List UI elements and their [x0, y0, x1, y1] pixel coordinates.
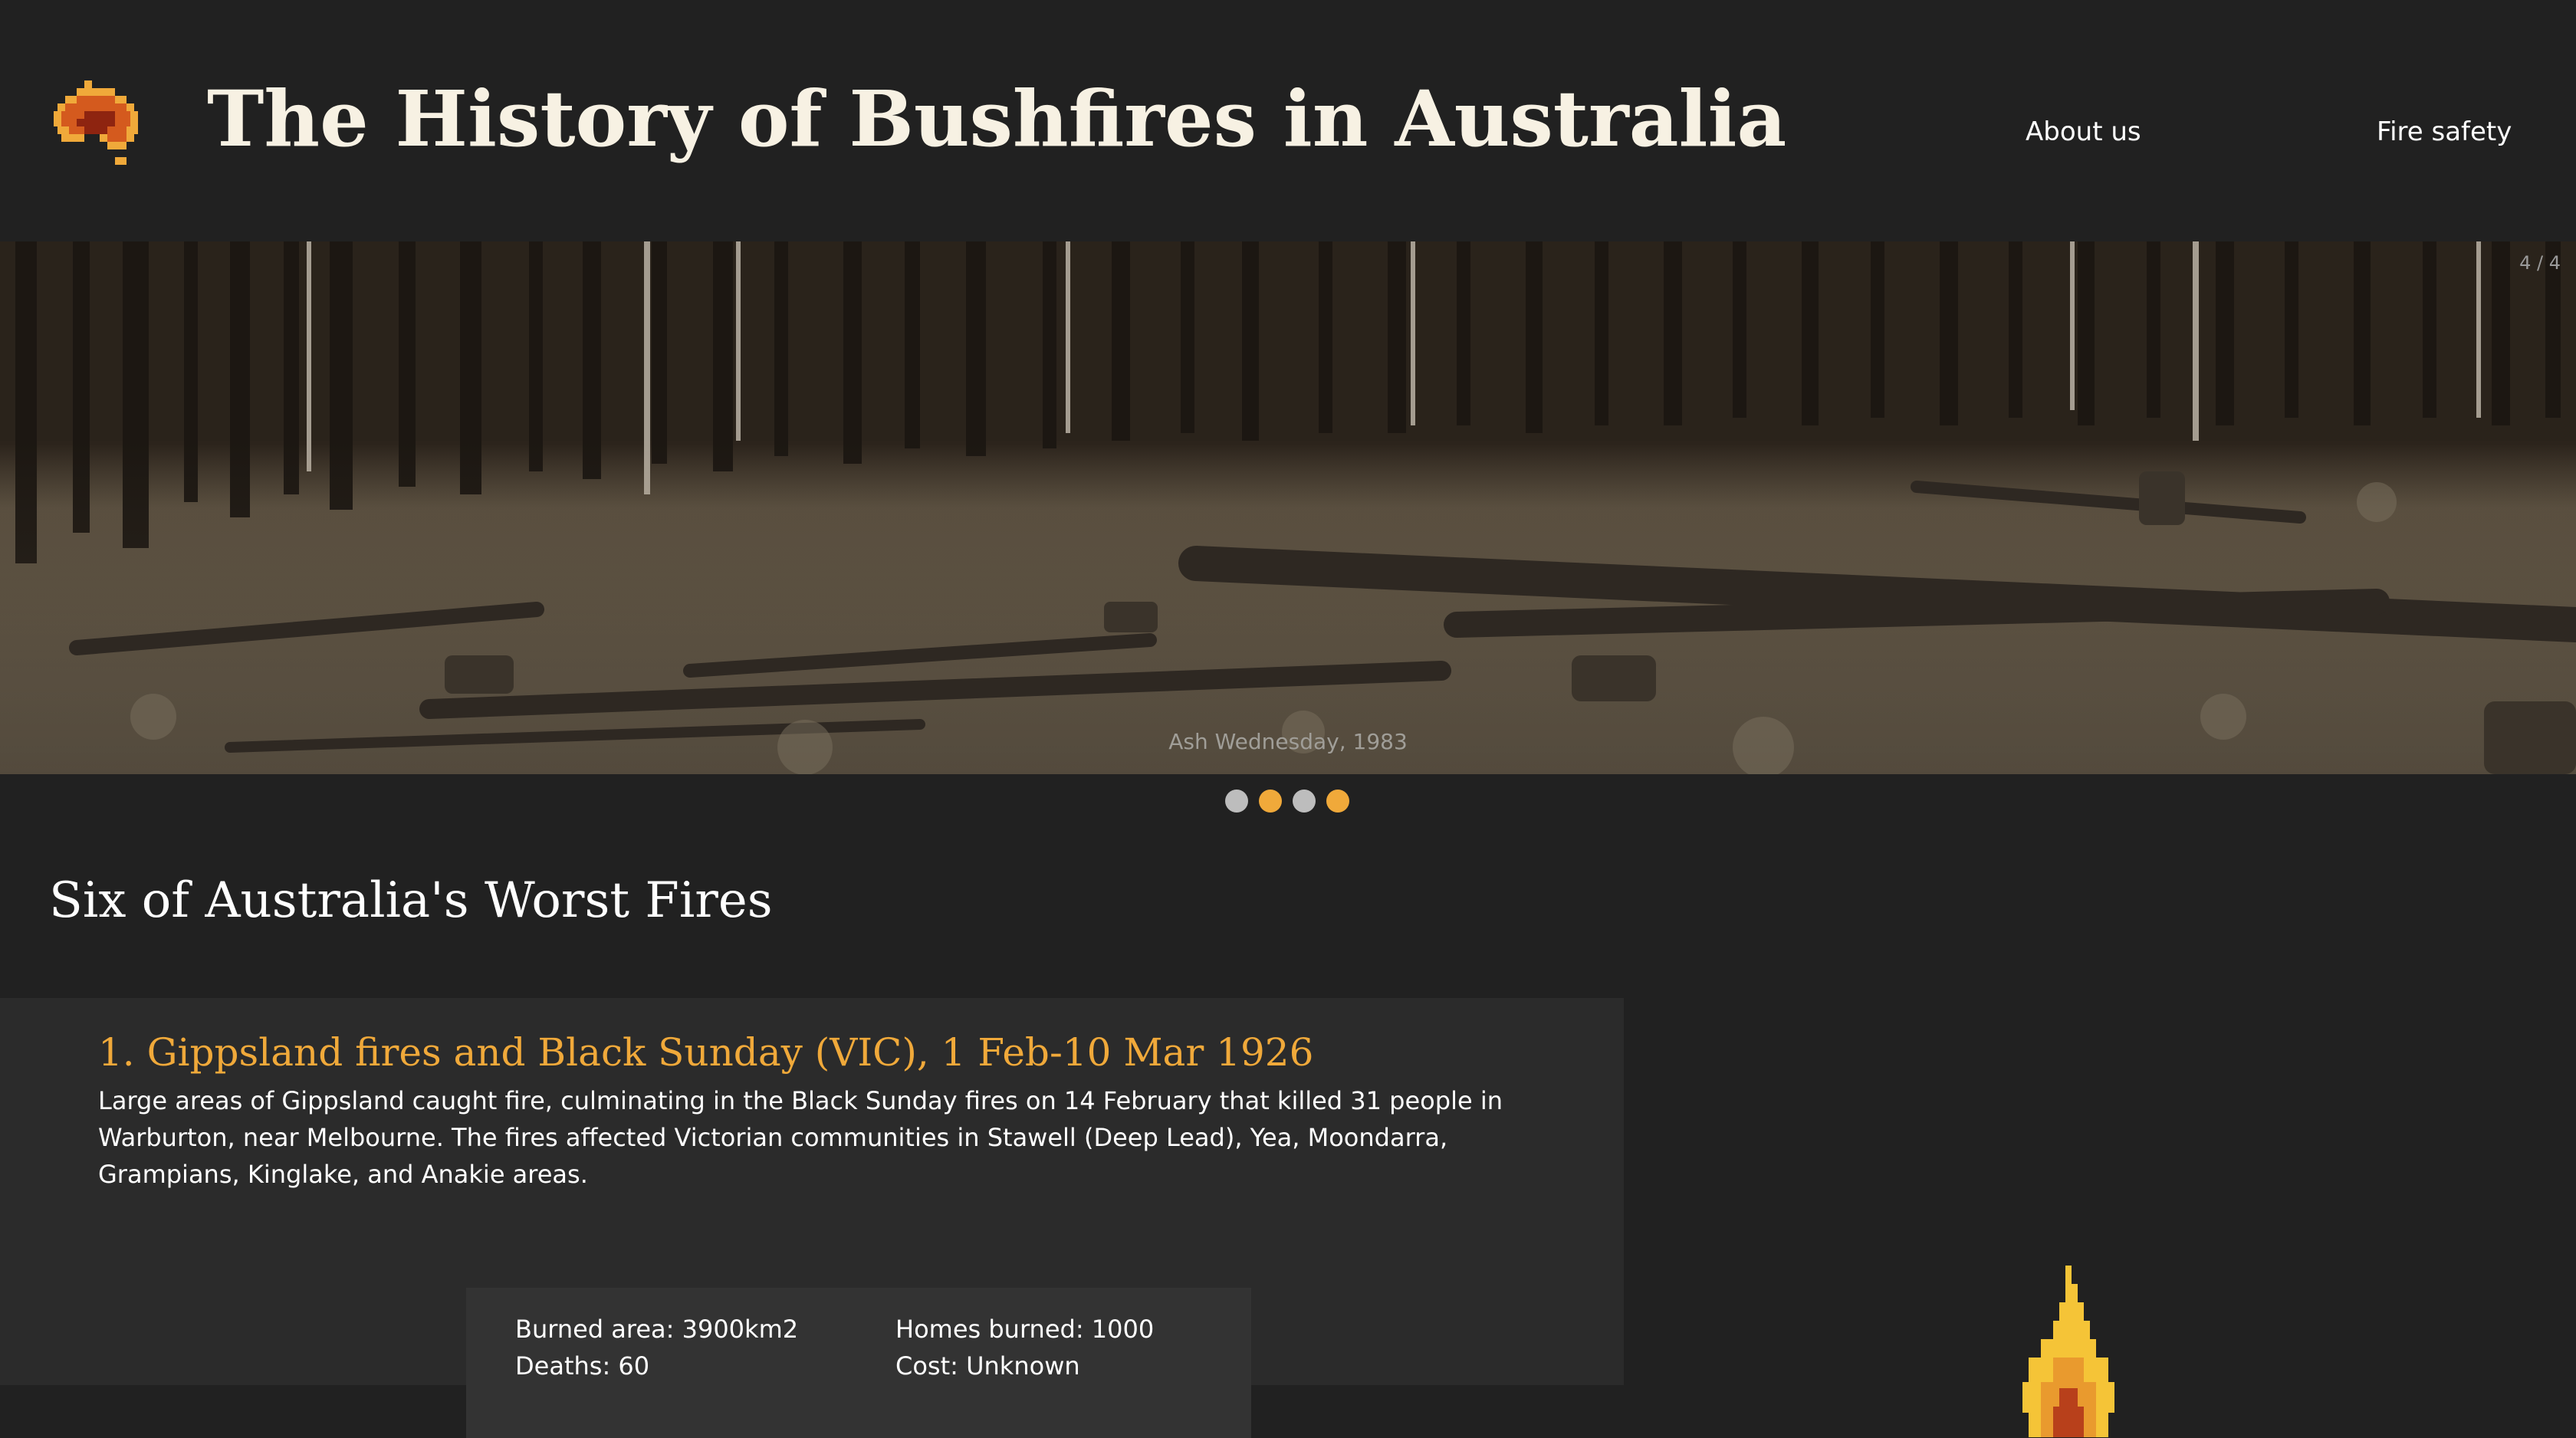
stat-deaths: Deaths: 60	[515, 1351, 650, 1381]
carousel-dot-3[interactable]	[1293, 790, 1316, 813]
slide-caption: Ash Wednesday, 1983	[1168, 729, 1408, 754]
carousel-slide-image	[0, 241, 2576, 774]
fire-title: 1. Gippsland fires and Black Sunday (VIC…	[98, 1030, 1314, 1075]
carousel-dot-2[interactable]	[1259, 790, 1282, 813]
stat-cost: Cost: Unknown	[895, 1351, 1080, 1381]
flame-icon	[2022, 1266, 2114, 1437]
nav-about-us[interactable]: About us	[2026, 115, 2141, 149]
slide-counter: 4 / 4	[2519, 252, 2561, 274]
site-title: The History of Bushfires in Australia	[207, 74, 1787, 164]
carousel-dots	[1225, 790, 1349, 813]
nav-fire-safety[interactable]: Fire safety	[2377, 115, 2512, 149]
site-header: The History of Bushfires in Australia Ab…	[0, 0, 2576, 241]
stat-burned-area: Burned area: 3900km2	[515, 1315, 799, 1344]
stat-homes-burned: Homes burned: 1000	[895, 1315, 1155, 1344]
image-carousel[interactable]: 4 / 4 Ash Wednesday, 1983	[0, 241, 2576, 774]
section-heading: Six of Australia's Worst Fires	[49, 872, 773, 929]
carousel-dot-1[interactable]	[1225, 790, 1248, 813]
carousel-dot-4[interactable]	[1326, 790, 1349, 813]
fire-description: Large areas of Gippsland caught fire, cu…	[98, 1086, 1503, 1189]
fire-stats: Burned area: 3900km2 Deaths: 60 Homes bu…	[466, 1288, 1251, 1438]
australia-map-icon[interactable]	[54, 77, 153, 176]
